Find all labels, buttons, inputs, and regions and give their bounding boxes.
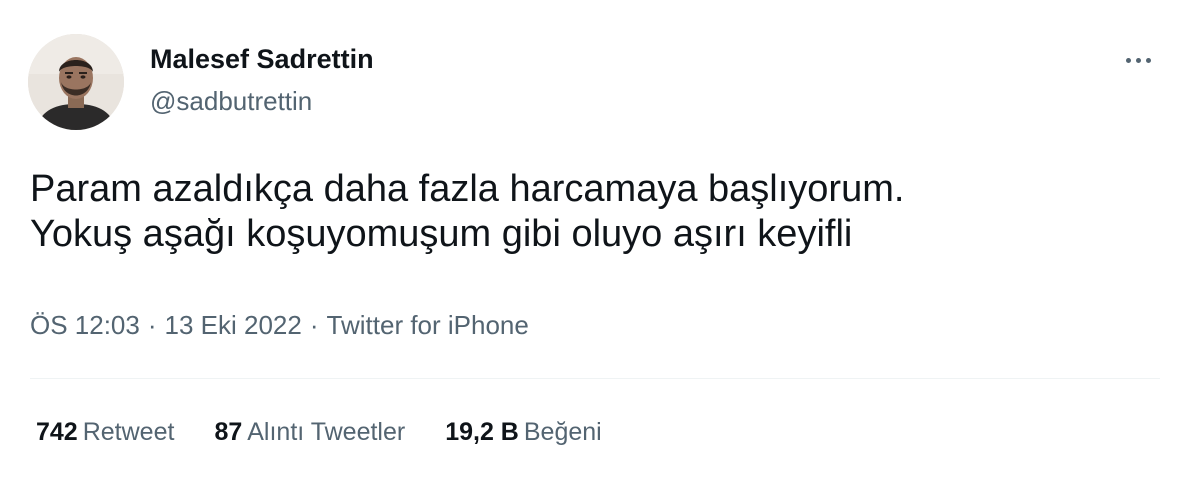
display-name[interactable]: Malesef Sadrettin [150,44,374,75]
avatar[interactable] [28,34,124,130]
more-horizontal-icon [1125,57,1131,63]
more-horizontal-icon-dot [1135,57,1141,63]
meta-separator: · [309,310,319,340]
likes-stat[interactable]: 19,2 B Beğeni [445,418,602,447]
retweets-stat[interactable]: 742 Retweet [36,418,174,447]
tweet-text-line: Param azaldıkça daha fazla harcamaya baş… [30,168,905,210]
user-handle[interactable]: @sadbutrettin [150,86,312,117]
tweet-text-line: Yokuş aşağı koşuyomuşum gibi oluyo aşırı… [30,213,853,255]
profile-photo-icon [28,34,124,130]
quote-tweets-count: 87 [214,418,243,446]
tweet-stats: 742 Retweet 87 Alıntı Tweetler 19,2 B Beğen… [36,418,642,447]
tweet-text: Param azaldıkça daha fazla harcamaya baş… [30,167,1150,257]
retweets-label: Retweet [82,418,175,446]
likes-label: Beğeni [523,418,602,446]
tweet-date: 13 Eki 2022 [164,310,302,340]
quote-tweets-label: Alıntı Tweetler [247,418,406,446]
meta-separator: · [147,310,157,340]
tweet-source-link[interactable]: Twitter for iPhone [327,310,529,340]
divider [30,378,1160,379]
more-horizontal-icon-dot [1145,57,1151,63]
tweet-meta: ÖS 12:03 · 13 Eki 2022 · Twitter for iPhone [30,310,529,341]
quote-tweets-stat[interactable]: 87 Alıntı Tweetler [214,418,405,447]
tweet-time: ÖS 12:03 [30,310,140,340]
tweet-card: Malesef Sadrettin @sadbutrettin Param az… [0,0,1188,480]
more-options-button[interactable] [1120,46,1156,74]
retweets-count: 742 [36,418,78,446]
likes-count: 19,2 B [445,418,519,446]
tweet-timestamp[interactable]: ÖS 12:03 · 13 Eki 2022 [30,310,302,340]
